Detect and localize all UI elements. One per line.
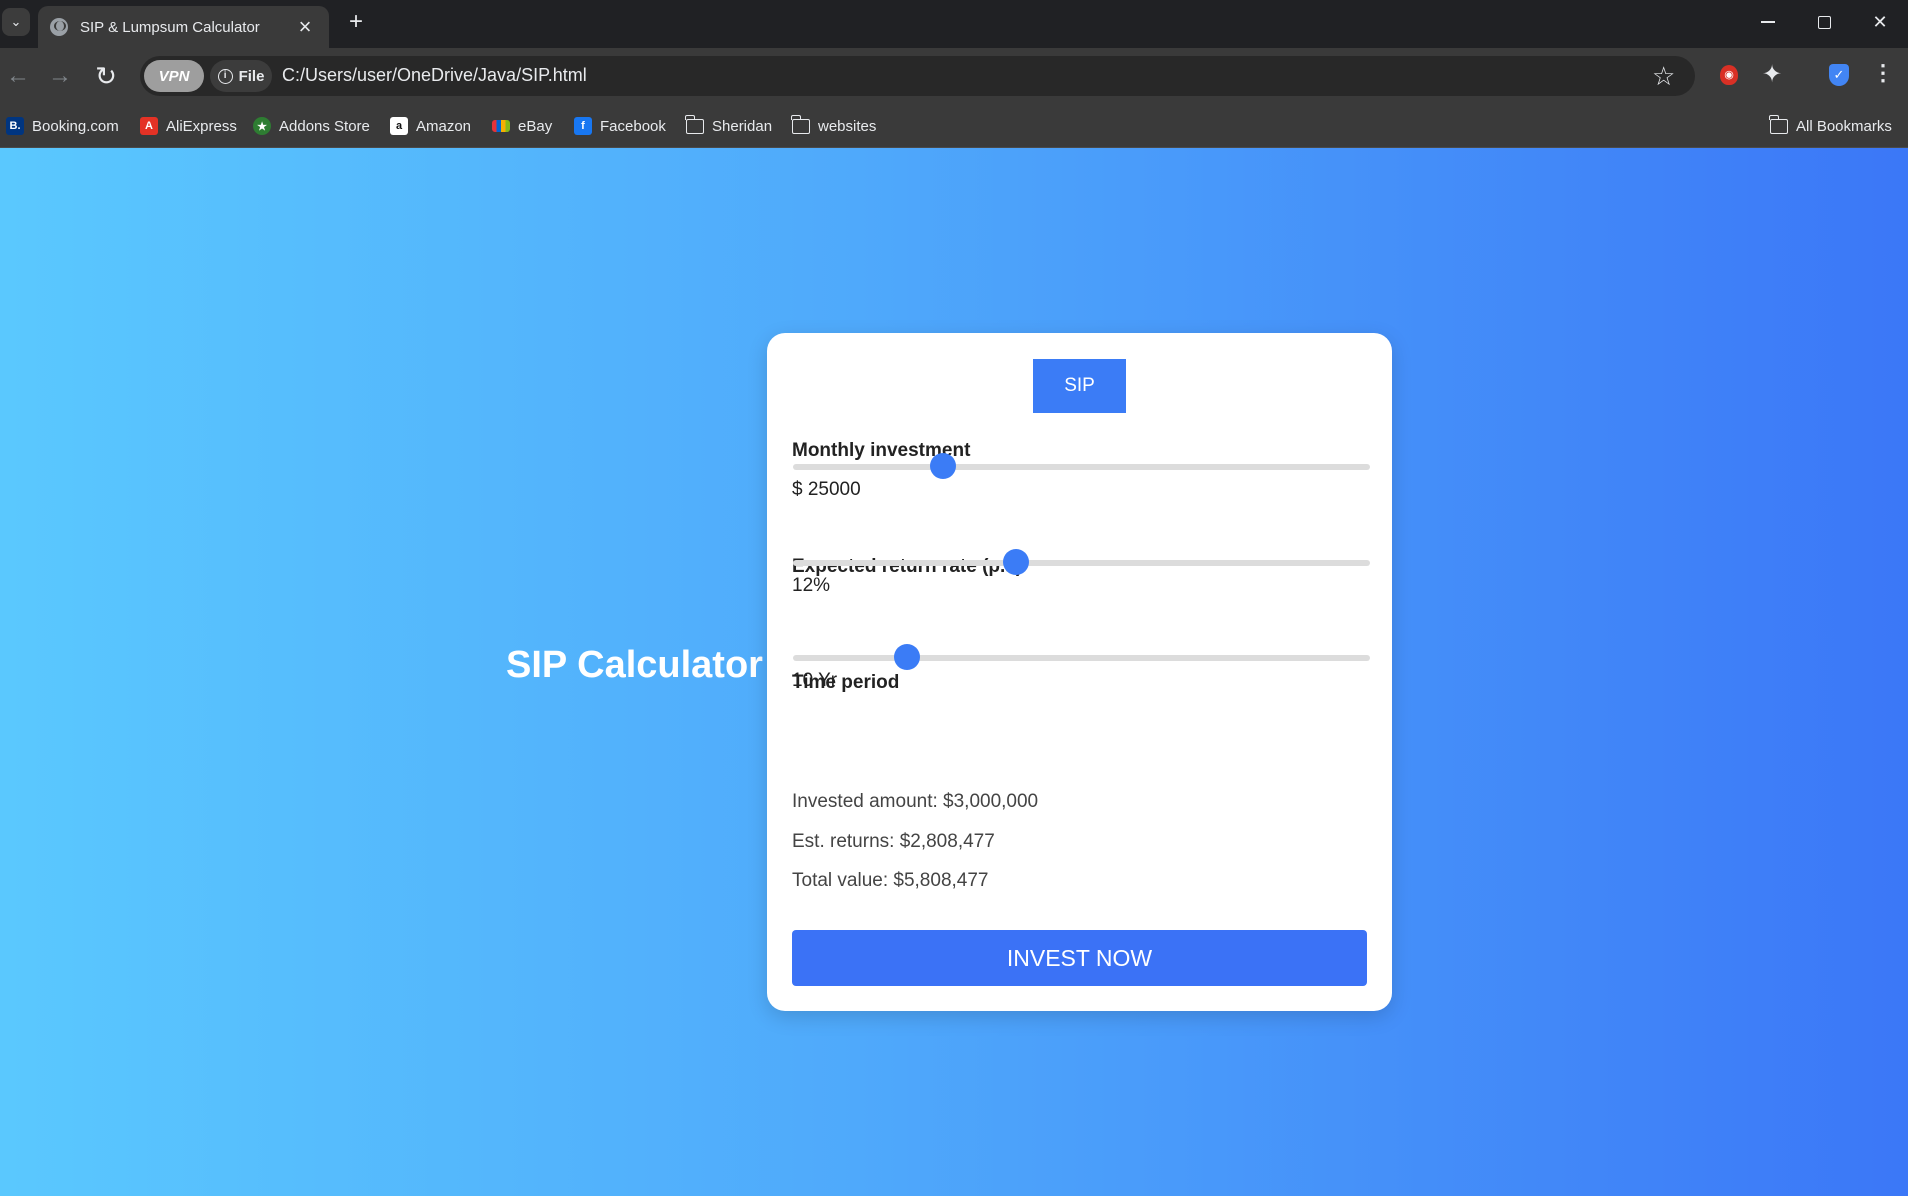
browser-menu-icon[interactable]: ⋮	[1872, 60, 1894, 86]
bookmark-label: Facebook	[600, 117, 666, 135]
page-background: SIP Calculator SIP Monthly investment $ …	[0, 148, 1908, 1196]
globe-icon	[50, 18, 68, 36]
address-bar[interactable]: VPN i File C:/Users/user/OneDrive/Java/S…	[140, 56, 1695, 96]
amazon-icon: a	[390, 117, 408, 135]
bookmark-addons-store[interactable]: ★ Addons Store	[253, 114, 370, 138]
bookmark-label: Sheridan	[712, 117, 773, 135]
scheme-label: File	[238, 67, 265, 85]
estimated-returns: Est. returns: $2,808,477	[792, 831, 995, 852]
close-window-button[interactable]: ✕	[1852, 4, 1908, 40]
bookmark-label: eBay	[518, 117, 553, 135]
forward-button[interactable]: →	[42, 58, 78, 94]
folder-icon	[791, 114, 810, 134]
folder-icon	[685, 114, 704, 134]
reload-button[interactable]: ↻	[88, 58, 124, 94]
bookmark-booking[interactable]: B. Booking.com	[6, 114, 119, 138]
bookmark-label: Booking.com	[32, 117, 119, 135]
minimize-icon	[1761, 21, 1775, 23]
restore-button[interactable]	[1796, 4, 1852, 40]
bookmark-label: Amazon	[416, 117, 472, 135]
total-value: Total value: $5,808,477	[792, 870, 989, 891]
close-tab-icon[interactable]: ×	[293, 16, 317, 38]
bookmark-sheridan[interactable]: Sheridan	[685, 114, 773, 138]
bookmarks-bar: B. Booking.com A AliExpress ★ Addons Sto…	[0, 104, 1908, 148]
shield-check-icon[interactable]: ✓	[1829, 64, 1849, 86]
new-tab-button[interactable]: +	[342, 6, 370, 38]
monthly-investment-value: $ 25000	[792, 479, 861, 500]
sip-mode-tab[interactable]: SIP	[1033, 359, 1126, 413]
time-period-slider[interactable]	[793, 644, 1370, 670]
return-rate-slider[interactable]	[793, 549, 1370, 575]
monthly-investment-slider[interactable]	[793, 453, 1370, 479]
aliexpress-icon: A	[140, 117, 158, 135]
back-button[interactable]: ←	[0, 58, 36, 94]
vpn-badge[interactable]: VPN	[144, 60, 204, 92]
slider-thumb[interactable]	[930, 453, 957, 479]
bookmark-aliexpress[interactable]: A AliExpress	[140, 114, 237, 138]
info-icon: i	[217, 68, 233, 84]
bookmark-label: Addons Store	[279, 117, 370, 135]
browser-toolbar: ← → ↻ VPN i File C:/Users/user/OneDrive/…	[0, 48, 1908, 104]
folder-icon	[1769, 114, 1788, 134]
minimize-button[interactable]	[1740, 4, 1796, 40]
time-period-value: 10 Yr	[792, 670, 838, 691]
invested-amount: Invested amount: $3,000,000	[792, 791, 1039, 812]
page-title: SIP Calculator	[506, 644, 763, 686]
bookmark-facebook[interactable]: f Facebook	[574, 114, 666, 138]
extension-lock-icon[interactable]: ◉	[1720, 65, 1738, 85]
slider-thumb[interactable]	[1002, 549, 1029, 575]
return-rate-value: 12%	[792, 575, 831, 596]
booking-icon: B.	[6, 117, 24, 135]
slider-thumb[interactable]	[893, 644, 920, 670]
tab-search-button[interactable]: ⌄	[2, 8, 30, 36]
bookmark-amazon[interactable]: a Amazon	[390, 114, 471, 138]
bookmark-label: AliExpress	[166, 117, 237, 135]
active-tab[interactable]: SIP & Lumpsum Calculator ×	[38, 6, 329, 48]
bookmark-label: websites	[818, 117, 877, 135]
bookmark-star-icon[interactable]: ☆	[1652, 60, 1675, 92]
bookmark-ebay[interactable]: eBay	[492, 114, 552, 138]
extensions-puzzle-icon[interactable]: ✦	[1762, 60, 1782, 89]
calculator-card: SIP Monthly investment $ 25000 Expected …	[767, 333, 1392, 1011]
site-info-chip[interactable]: i File	[210, 60, 272, 92]
bookmark-websites[interactable]: websites	[791, 114, 877, 138]
restore-icon	[1817, 15, 1831, 29]
ebay-icon	[492, 120, 510, 132]
all-bookmarks-label: All Bookmarks	[1796, 117, 1892, 135]
tab-strip: ⌄ SIP & Lumpsum Calculator × + ✕	[0, 0, 1908, 48]
addons-store-icon: ★	[253, 117, 271, 135]
url-text[interactable]: C:/Users/user/OneDrive/Java/SIP.html	[282, 65, 587, 86]
tab-title: SIP & Lumpsum Calculator	[80, 18, 260, 36]
invest-now-button[interactable]: INVEST NOW	[792, 930, 1367, 986]
all-bookmarks-button[interactable]: All Bookmarks	[1769, 114, 1892, 138]
facebook-icon: f	[574, 117, 592, 135]
